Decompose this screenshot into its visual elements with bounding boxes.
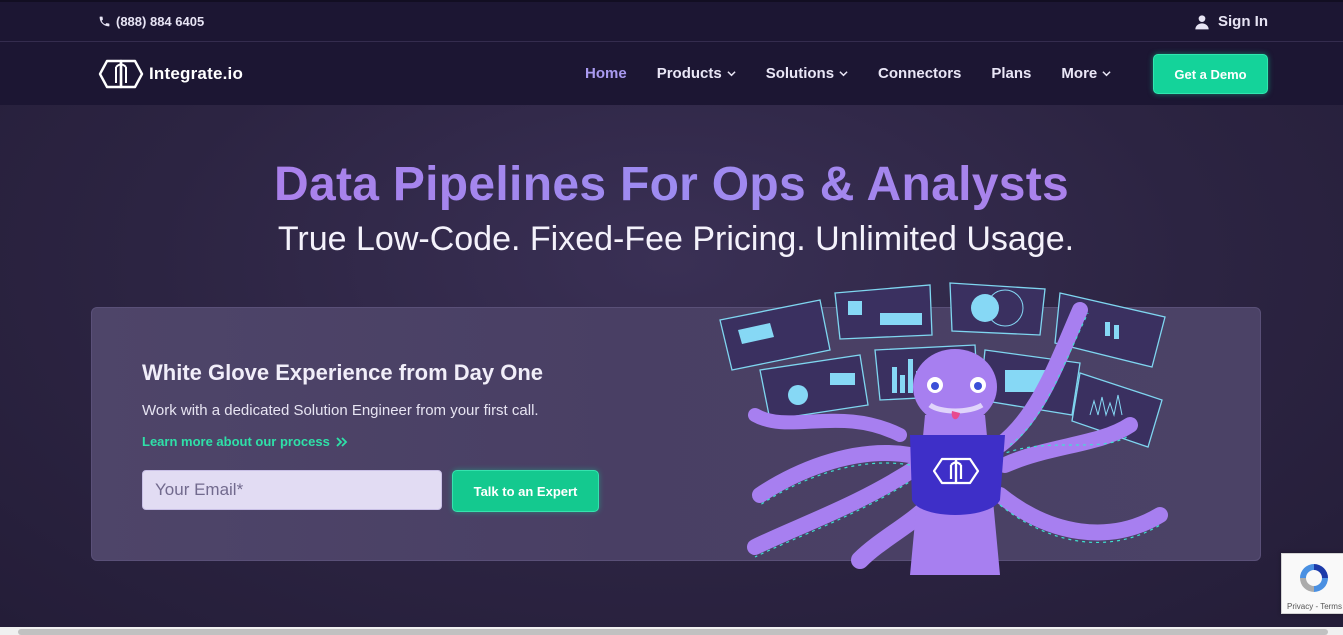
nav-more[interactable]: More	[1061, 65, 1111, 82]
nav-connectors[interactable]: Connectors	[878, 65, 961, 82]
nav-solutions[interactable]: Solutions	[766, 65, 848, 82]
recaptcha-links[interactable]: Privacy - Terms	[1287, 602, 1342, 611]
horizontal-scrollbar[interactable]	[18, 629, 1328, 635]
nav-products-label: Products	[656, 65, 722, 82]
card-description: Work with a dedicated Solution Engineer …	[142, 402, 539, 419]
phone-icon	[99, 16, 110, 27]
phone-number: (888) 884 6405	[116, 14, 205, 29]
phone-link[interactable]: (888) 884 6405	[98, 14, 204, 29]
nav-products[interactable]: Products	[657, 65, 736, 82]
talk-to-expert-button[interactable]: Talk to an Expert	[452, 470, 599, 512]
hero-section: Data Pipelines For Ops & Analysts True L…	[0, 105, 1343, 627]
nav-plans-label: Plans	[991, 65, 1032, 82]
nav-menu: Home Products Solutions Connectors Plans…	[585, 65, 1111, 82]
chevron-down-icon	[727, 71, 736, 77]
chevron-down-icon	[1102, 71, 1111, 77]
recaptcha-badge[interactable]: Privacy - Terms	[1281, 553, 1343, 614]
recaptcha-icon	[1300, 564, 1328, 592]
nav-solutions-label: Solutions	[765, 65, 835, 82]
sign-in-label: Sign In	[1218, 13, 1268, 30]
brand-logo[interactable]: Integrate.io	[97, 56, 243, 92]
nav-connectors-label: Connectors	[878, 65, 962, 82]
logo-icon	[98, 59, 144, 89]
sign-in-link[interactable]: Sign In	[1194, 13, 1268, 30]
email-input[interactable]	[142, 470, 442, 510]
card-title: White Glove Experience from Day One	[142, 360, 544, 385]
brand-name: Integrate.io	[149, 64, 244, 83]
chevron-down-icon	[839, 71, 848, 77]
user-icon	[1195, 14, 1209, 29]
hero-subtitle: True Low-Code. Fixed-Fee Pricing. Unlimi…	[277, 220, 1075, 258]
octopus-illustration	[719, 282, 1168, 575]
hero-title: Data Pipelines For Ops & Analysts	[0, 157, 1343, 212]
nav-plans[interactable]: Plans	[991, 65, 1031, 82]
top-bar: (888) 884 6405 Sign In	[0, 0, 1343, 42]
learn-more-link[interactable]: Learn more about our process	[142, 434, 348, 449]
nav-home[interactable]: Home	[585, 65, 627, 82]
nav-more-label: More	[1061, 65, 1098, 82]
get-a-demo-button[interactable]: Get a Demo	[1153, 54, 1268, 94]
double-chevron-right-icon	[336, 436, 348, 447]
nav-home-label: Home	[585, 65, 627, 82]
learn-more-label: Learn more about our process	[142, 434, 330, 449]
main-nav: Integrate.io Home Products Solutions Con…	[0, 42, 1343, 105]
